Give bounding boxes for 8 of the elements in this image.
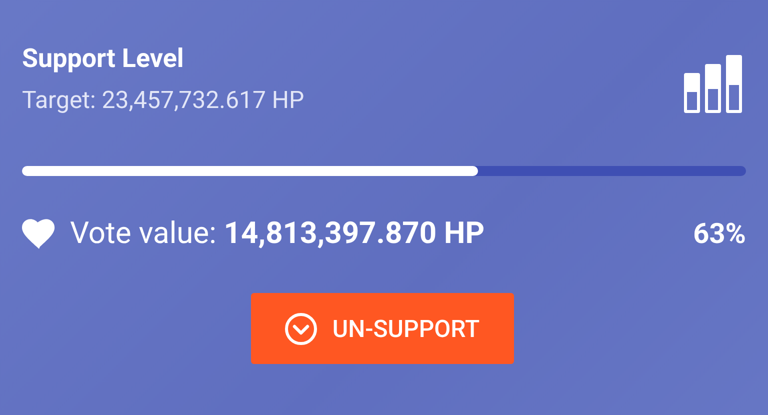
- bar-chart-icon: [683, 54, 743, 114]
- card-title: Support Level: [22, 44, 185, 74]
- percent-text: 63%: [693, 217, 746, 250]
- chevron-circle-icon: [284, 312, 318, 346]
- target-text: Target: 23,457,732.617 HP: [22, 86, 304, 114]
- vote-value-text: Vote value: 14,813,397.870 HP: [70, 216, 485, 251]
- heart-icon: [22, 218, 56, 248]
- unsupport-button[interactable]: UN-SUPPORT: [250, 293, 514, 364]
